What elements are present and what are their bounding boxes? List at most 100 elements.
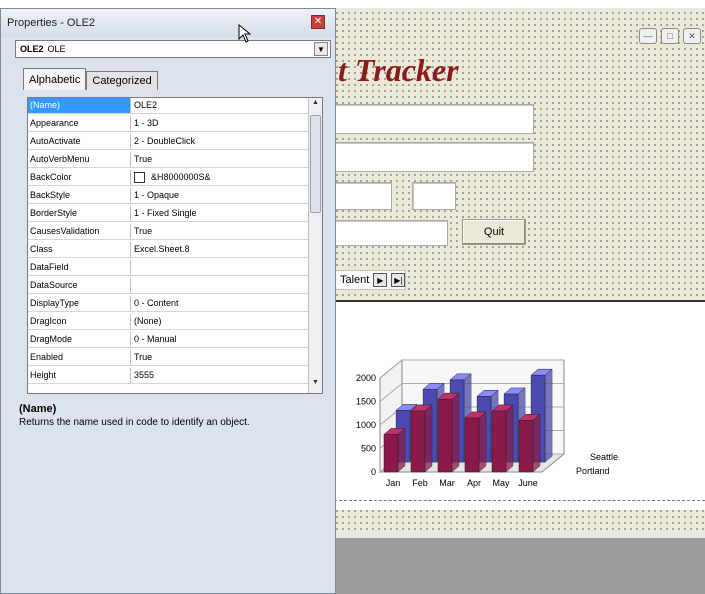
bar-side [478,411,487,473]
property-value[interactable]: 2 - DoubleClick [131,134,309,149]
scroll-up-icon[interactable]: ▲ [309,99,322,112]
selection-hatch [334,500,705,510]
property-value[interactable]: OLE2 [131,98,309,113]
scroll-thumb[interactable] [310,115,321,213]
properties-close-icon[interactable]: ✕ [311,15,325,29]
last-record-icon[interactable]: ▶| [391,273,406,287]
design-form[interactable]: — □ ✕ t Tracker Quit Talent ▶ ▶| 0 500 100… [334,10,705,530]
description-text: Returns the name used in code to identif… [19,417,250,428]
tab-categorized[interactable]: Categorized [86,71,158,90]
properties-titlebar[interactable]: Properties - OLE2 [1,9,335,37]
tab-alphabetic[interactable]: Alphabetic [23,68,87,90]
property-value[interactable] [131,278,309,293]
property-name: AutoVerbMenu [28,152,131,167]
property-row[interactable]: Height 3555 [28,368,309,384]
property-name: DragMode [28,332,131,347]
textbox-4[interactable] [412,182,456,210]
properties-title: Properties - OLE2 [7,17,96,29]
property-row[interactable]: DataSource [28,278,309,294]
property-value-text: 0 - Content [134,298,179,308]
property-value-text: Excel.Sheet.8 [134,244,190,254]
property-name: (Name) [28,98,131,113]
property-value[interactable]: True [131,350,309,365]
object-selector[interactable]: OLE2 OLE ▼ [15,40,331,58]
bar-front [491,410,507,473]
bar-side [424,404,433,473]
properties-tabs: Alphabetic Categorized [23,68,158,90]
property-value[interactable]: Excel.Sheet.8 [131,242,309,257]
property-value-text: 1 - Opaque [134,190,180,200]
property-value[interactable]: 1 - Fixed Single [131,206,309,221]
maximize-button[interactable]: □ [661,28,679,44]
property-name: BorderStyle [28,206,131,221]
close-button[interactable]: ✕ [683,28,701,44]
property-value[interactable]: 0 - Content [131,296,309,311]
property-row[interactable]: DragMode 0 - Manual [28,332,309,348]
property-row[interactable]: AutoVerbMenu True [28,152,309,168]
ole-chart-frame[interactable]: 0 500 1000 1500 2000 Jan Feb Mar Apr May June Seatt… [334,300,705,510]
property-name: CausesValidation [28,224,131,239]
property-row[interactable]: DisplayType 0 - Content [28,296,309,312]
textbox-2[interactable] [334,142,534,172]
property-name: DisplayType [28,296,131,311]
property-value-text: True [134,154,153,164]
form-designer: — □ ✕ t Tracker Quit Talent ▶ ▶| 0 500 100… [334,8,705,594]
x-tick-label: Jan [386,478,401,488]
textbox-5[interactable] [334,220,448,246]
property-name: Height [28,368,131,383]
data-navigator[interactable]: Talent ▶ ▶| [334,270,407,290]
grid-scrollbar[interactable]: ▲ ▼ [308,98,322,393]
x-tick-label: May [492,478,510,488]
property-name: DataField [28,260,131,275]
quit-button[interactable]: Quit [462,219,526,245]
property-row[interactable]: CausesValidation True [28,224,309,240]
property-value[interactable]: 3555 [131,368,309,383]
bar-front [464,417,480,473]
form-title-label[interactable]: t Tracker [338,52,459,89]
property-value[interactable] [131,260,309,275]
property-value[interactable]: True [131,224,309,239]
workspace-background [334,538,705,594]
description-title: (Name) [19,403,57,415]
y-tick-label: 0 [371,467,376,477]
bar-side [451,392,460,473]
property-value[interactable]: True [131,152,309,167]
bar-side [397,427,406,473]
property-row[interactable]: Class Excel.Sheet.8 [28,242,309,258]
property-row[interactable]: Appearance 1 - 3D [28,116,309,132]
property-row[interactable]: Enabled True [28,350,309,366]
chevron-down-icon[interactable]: ▼ [314,42,328,56]
property-name: Enabled [28,350,131,365]
property-value[interactable]: &H8000000S& [131,170,309,185]
property-name: Class [28,242,131,257]
properties-window: Properties - OLE2 ✕ OLE2 OLE ▼ Alphabeti… [0,8,336,594]
property-grid: (Name) OLE2 Appearance 1 - 3D AutoActivate 2 … [27,97,323,394]
property-value[interactable]: 0 - Manual [131,332,309,347]
scroll-down-icon[interactable]: ▼ [309,379,322,392]
color-swatch-icon [134,172,145,183]
property-row[interactable]: BackColor &H8000000S& [28,170,309,186]
property-name: AutoActivate [28,134,131,149]
property-row[interactable]: DataField [28,260,309,276]
x-tick-label: Apr [467,478,481,488]
y-tick-label: 1000 [356,420,376,430]
bar-front [518,420,534,473]
screen: — □ ✕ t Tracker Quit Talent ▶ ▶| 0 500 100… [0,0,705,594]
property-row[interactable]: BackStyle 1 - Opaque [28,188,309,204]
textbox-1[interactable] [334,104,534,134]
bar-side [544,368,553,463]
bar-side [532,413,541,473]
series-label-seattle: Seattle [590,452,618,462]
object-name: OLE2 [20,44,44,54]
property-value[interactable]: 1 - Opaque [131,188,309,203]
property-value[interactable]: (None) [131,314,309,329]
property-row[interactable]: BorderStyle 1 - Fixed Single [28,206,309,222]
property-name: DataSource [28,278,131,293]
textbox-3[interactable] [334,182,392,210]
next-record-icon[interactable]: ▶ [373,273,388,287]
property-row[interactable]: (Name) OLE2 [28,98,309,114]
minimize-button[interactable]: — [639,28,657,44]
property-row[interactable]: AutoActivate 2 - DoubleClick [28,134,309,150]
property-value[interactable]: 1 - 3D [131,116,309,131]
property-row[interactable]: DragIcon (None) [28,314,309,330]
